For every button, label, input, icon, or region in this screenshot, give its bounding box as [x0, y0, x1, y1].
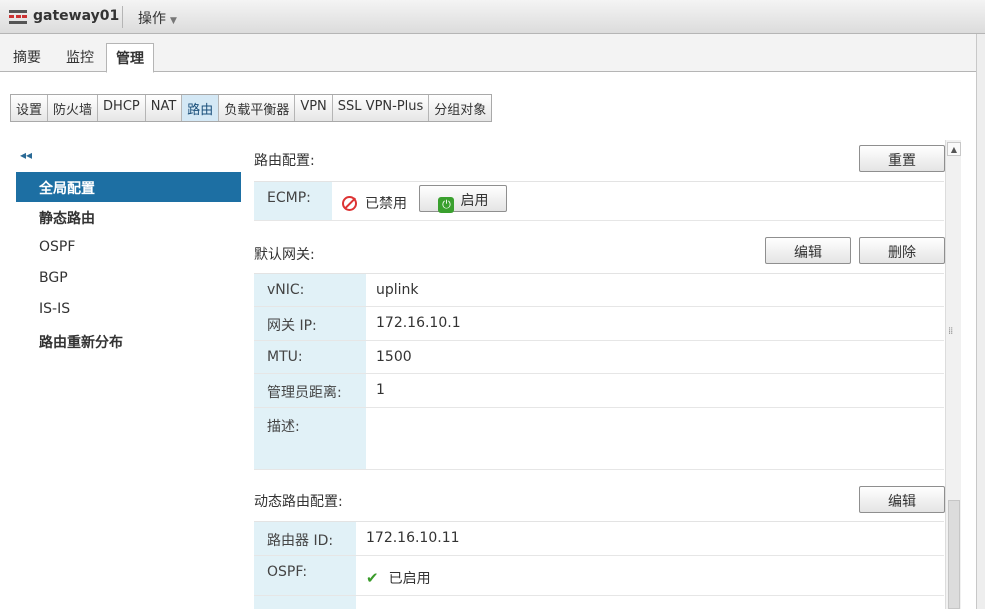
delete-gateway-button[interactable]: 删除: [859, 237, 945, 264]
ecmp-table: ECMP: 已禁用 ⏻ 启用: [254, 181, 944, 221]
description-label: 描述:: [254, 408, 366, 469]
subtab-load-balancer[interactable]: 负载平衡器: [219, 95, 296, 121]
ospf-status: 已启用: [388, 571, 431, 587]
nav-item-ospf[interactable]: OSPF: [16, 233, 241, 263]
default-gateway-table: vNIC: uplink 网关 IP: 172.16.10.1 MTU: 150…: [254, 273, 944, 470]
vnic-value: uplink: [376, 282, 419, 298]
subtab-dhcp[interactable]: DHCP: [98, 95, 146, 121]
table-row: 描述:: [254, 408, 944, 470]
ecmp-status: 已禁用: [365, 196, 407, 212]
routing-nav: ◂◂ 全局配置 静态路由 OSPF BGP IS-IS 路由重新分布: [16, 140, 241, 609]
ecmp-value: 已禁用 ⏻ 启用: [342, 185, 508, 215]
table-row: [254, 596, 944, 609]
edit-dynamic-routing-button[interactable]: 编辑: [859, 486, 945, 513]
tab-manage[interactable]: 管理: [106, 43, 154, 73]
check-icon: ✔: [366, 569, 379, 587]
subtab-vpn[interactable]: VPN: [295, 95, 333, 121]
scroll-thumb[interactable]: [948, 500, 960, 609]
table-row: 路由器 ID: 172.16.10.11: [254, 522, 944, 556]
content-scrollbar[interactable]: ▲: [945, 140, 961, 609]
row-label: [254, 596, 356, 609]
enable-button[interactable]: ⏻ 启用: [419, 185, 508, 213]
ospf-value: ✔ 已启用: [366, 568, 431, 588]
window-title: gateway01: [33, 8, 120, 24]
nav-item-bgp[interactable]: BGP: [16, 264, 241, 294]
title-bar: gateway01 操作 ▼: [0, 0, 985, 34]
gateway-icon: [9, 10, 27, 24]
edit-gateway-button[interactable]: 编辑: [765, 237, 851, 264]
ecmp-label: ECMP:: [254, 182, 332, 220]
admin-distance-label: 管理员距离:: [254, 374, 366, 407]
subtab-routing[interactable]: 路由: [182, 95, 220, 121]
title-divider: [122, 6, 123, 28]
ecmp-row: ECMP: 已禁用 ⏻ 启用: [254, 182, 944, 221]
enable-button-label: 启用: [460, 193, 489, 209]
scroll-up-icon[interactable]: ▲: [947, 142, 961, 156]
router-id-label: 路由器 ID:: [254, 522, 356, 555]
chevron-down-icon: ▼: [170, 16, 177, 26]
nav-item-global-config[interactable]: 全局配置: [16, 172, 241, 202]
actions-menu-label: 操作: [138, 11, 166, 27]
dynamic-routing-title: 动态路由配置:: [254, 494, 343, 510]
ospf-label: OSPF:: [254, 556, 356, 595]
nav-item-route-redistribution[interactable]: 路由重新分布: [16, 326, 241, 356]
subtab-firewall[interactable]: 防火墙: [48, 95, 99, 121]
table-row: vNIC: uplink: [254, 274, 944, 307]
default-gateway-title: 默认网关:: [254, 247, 315, 263]
subtab-grouping-objects[interactable]: 分组对象: [429, 95, 491, 121]
main-tab-bar: 摘要 监控 管理: [0, 34, 985, 73]
collapse-icon[interactable]: ◂◂: [20, 148, 32, 162]
admin-distance-value: 1: [376, 382, 385, 398]
reset-button[interactable]: 重置: [859, 145, 945, 172]
routing-config-title: 路由配置:: [254, 153, 315, 169]
right-panel-edge: [976, 34, 985, 609]
gateway-ip-label: 网关 IP:: [254, 307, 366, 340]
power-icon: ⏻: [438, 197, 455, 213]
dynamic-routing-table: 路由器 ID: 172.16.10.11 OSPF: ✔ 已启用: [254, 521, 944, 609]
resize-grip-icon[interactable]: ⁞⁞: [948, 326, 953, 337]
table-row: 管理员距离: 1: [254, 374, 944, 408]
mtu-value: 1500: [376, 349, 412, 365]
nav-item-is-is[interactable]: IS-IS: [16, 295, 241, 325]
gateway-ip-value: 172.16.10.1: [376, 315, 461, 331]
router-id-value: 172.16.10.11: [366, 530, 460, 546]
table-row: 网关 IP: 172.16.10.1: [254, 307, 944, 341]
subtab-nat[interactable]: NAT: [146, 95, 183, 121]
mtu-label: MTU:: [254, 341, 366, 373]
actions-menu[interactable]: 操作 ▼: [138, 8, 177, 28]
disabled-icon: [342, 196, 357, 211]
tab-summary[interactable]: 摘要: [13, 47, 41, 67]
subtab-settings[interactable]: 设置: [11, 95, 49, 121]
sub-tab-bar: 设置 防火墙 DHCP NAT 路由 负载平衡器 VPN SSL VPN-Plu…: [10, 94, 493, 122]
table-row: MTU: 1500: [254, 341, 944, 374]
subtab-ssl-vpn-plus[interactable]: SSL VPN-Plus: [333, 95, 430, 121]
table-row: OSPF: ✔ 已启用: [254, 556, 944, 596]
routing-content: 路由配置: 重置 ECMP: 已禁用 ⏻ 启用 默认网关: 编辑 删除 vNIC:…: [252, 140, 945, 609]
vnic-label: vNIC:: [254, 274, 366, 306]
nav-item-static-routes[interactable]: 静态路由: [16, 202, 241, 232]
tab-monitor[interactable]: 监控: [66, 47, 94, 67]
